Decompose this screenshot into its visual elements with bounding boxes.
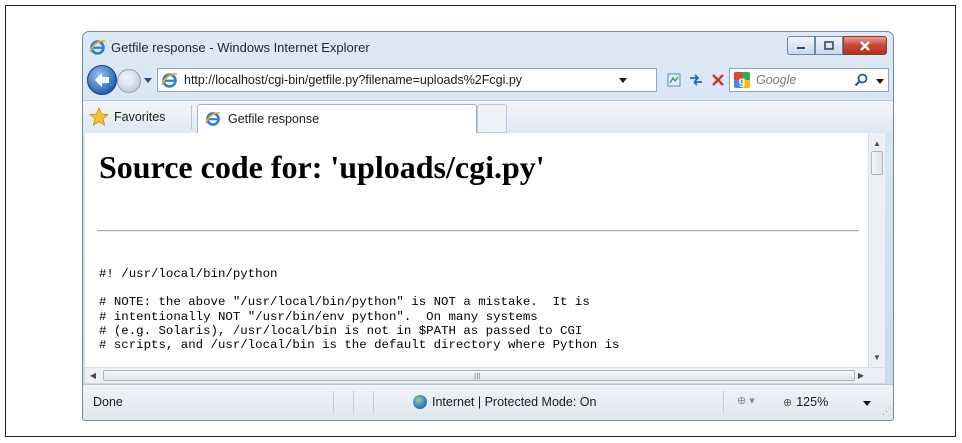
window-title: Getfile response - Windows Internet Expl… bbox=[111, 40, 370, 55]
security-zone[interactable]: Internet | Protected Mode: On bbox=[413, 395, 596, 409]
back-button[interactable] bbox=[87, 65, 117, 95]
forward-button[interactable] bbox=[117, 69, 141, 93]
close-button[interactable] bbox=[843, 36, 887, 55]
code-line: # scripts, and /usr/local/bin is the def… bbox=[99, 337, 620, 352]
refresh-button[interactable] bbox=[685, 69, 707, 91]
scroll-right-arrow-icon[interactable]: ▶ bbox=[853, 368, 869, 383]
browser-window: Getfile response - Windows Internet Expl… bbox=[82, 31, 894, 421]
horizontal-scroll-thumb[interactable]: III bbox=[103, 370, 855, 381]
code-line: #! /usr/local/bin/python bbox=[99, 267, 278, 281]
search-icon[interactable] bbox=[854, 73, 868, 87]
url-text: http://localhost/cgi-bin/getfile.py?file… bbox=[184, 73, 523, 87]
status-separator bbox=[333, 391, 334, 413]
zoom-level: 125% bbox=[796, 395, 829, 409]
resize-grip-icon[interactable]: ⋰ bbox=[882, 406, 891, 417]
zoom-icon: ⊕ bbox=[783, 396, 793, 409]
forward-arrow-icon bbox=[123, 75, 135, 87]
code-line: # (e.g. Solaris), /usr/local/bin is not … bbox=[99, 323, 583, 338]
status-separator bbox=[353, 391, 354, 413]
code-line: # NOTE: the above "/usr/local/bin/python… bbox=[99, 295, 590, 310]
tab-ie-icon bbox=[205, 112, 221, 126]
navigation-bar: http://localhost/cgi-bin/getfile.py?file… bbox=[83, 63, 893, 97]
page-heading: Source code for: 'uploads/cgi.py' bbox=[99, 149, 545, 185]
page-ie-icon bbox=[161, 73, 178, 88]
status-separator bbox=[723, 391, 724, 413]
minimize-button[interactable] bbox=[787, 36, 815, 55]
vertical-scroll-thumb[interactable] bbox=[871, 151, 883, 175]
compatibility-view-icon bbox=[667, 73, 681, 87]
close-icon bbox=[860, 40, 870, 51]
favorites-label: Favorites bbox=[114, 110, 166, 124]
caption-buttons bbox=[787, 36, 887, 56]
refresh-icon bbox=[690, 74, 702, 86]
tab-label: Getfile response bbox=[228, 112, 320, 126]
security-settings-icon[interactable]: ⊕ ▾ bbox=[737, 394, 755, 407]
toolbar-separator bbox=[191, 105, 192, 129]
scroll-up-arrow-icon[interactable]: ▲ bbox=[869, 135, 885, 151]
status-text: Done bbox=[93, 395, 123, 409]
tab-getfile-response[interactable]: Getfile response bbox=[197, 104, 477, 133]
search-placeholder: Google bbox=[756, 73, 797, 87]
vertical-scrollbar[interactable]: ▲ ▼ bbox=[868, 133, 885, 367]
grip-icon: III bbox=[474, 372, 481, 381]
title-bar: Getfile response - Windows Internet Expl… bbox=[83, 32, 893, 62]
status-bar: Done Internet | Protected Mode: On ⊕ ▾ ⊕… bbox=[83, 384, 893, 420]
address-dropdown-icon[interactable] bbox=[618, 75, 628, 85]
star-icon bbox=[89, 107, 109, 126]
scroll-left-arrow-icon[interactable]: ◀ bbox=[85, 368, 101, 383]
favorites-button[interactable]: Favorites bbox=[89, 107, 165, 127]
status-separator bbox=[373, 391, 374, 413]
compatibility-view-button[interactable] bbox=[663, 69, 685, 91]
horizontal-rule bbox=[97, 230, 859, 232]
search-box[interactable]: g Google bbox=[729, 68, 889, 92]
horizontal-scrollbar[interactable]: ◀ III ▶ bbox=[85, 367, 885, 383]
new-tab-button[interactable] bbox=[477, 104, 507, 133]
zoom-dropdown-icon[interactable] bbox=[863, 399, 871, 407]
address-tools bbox=[663, 68, 729, 92]
page-content: Source code for: 'uploads/cgi.py' #! /us… bbox=[85, 133, 868, 367]
stop-button[interactable] bbox=[707, 69, 729, 91]
zoom-control[interactable]: ⊕ 125% bbox=[783, 395, 828, 409]
maximize-button[interactable] bbox=[815, 36, 843, 55]
zone-label: Internet | Protected Mode: On bbox=[432, 395, 597, 409]
ie-logo-icon bbox=[89, 40, 106, 55]
scroll-down-arrow-icon[interactable]: ▼ bbox=[869, 349, 885, 365]
google-icon: g bbox=[734, 72, 750, 88]
code-line: # intentionally NOT "/usr/bin/env python… bbox=[99, 309, 538, 324]
search-options-dropdown-icon[interactable] bbox=[876, 77, 884, 85]
stop-icon bbox=[712, 74, 724, 86]
recent-pages-dropdown-icon[interactable] bbox=[143, 75, 153, 85]
globe-icon bbox=[413, 395, 427, 409]
back-arrow-icon bbox=[95, 73, 109, 87]
figure-frame: Getfile response - Windows Internet Expl… bbox=[5, 5, 956, 437]
address-bar[interactable]: http://localhost/cgi-bin/getfile.py?file… bbox=[157, 68, 657, 92]
minimize-icon bbox=[797, 46, 805, 49]
source-code: #! /usr/local/bin/python # NOTE: the abov… bbox=[99, 267, 620, 352]
svg-text:g: g bbox=[739, 76, 746, 88]
tab-bar: Favorites Getfile response bbox=[83, 100, 893, 133]
maximize-icon bbox=[824, 40, 834, 50]
